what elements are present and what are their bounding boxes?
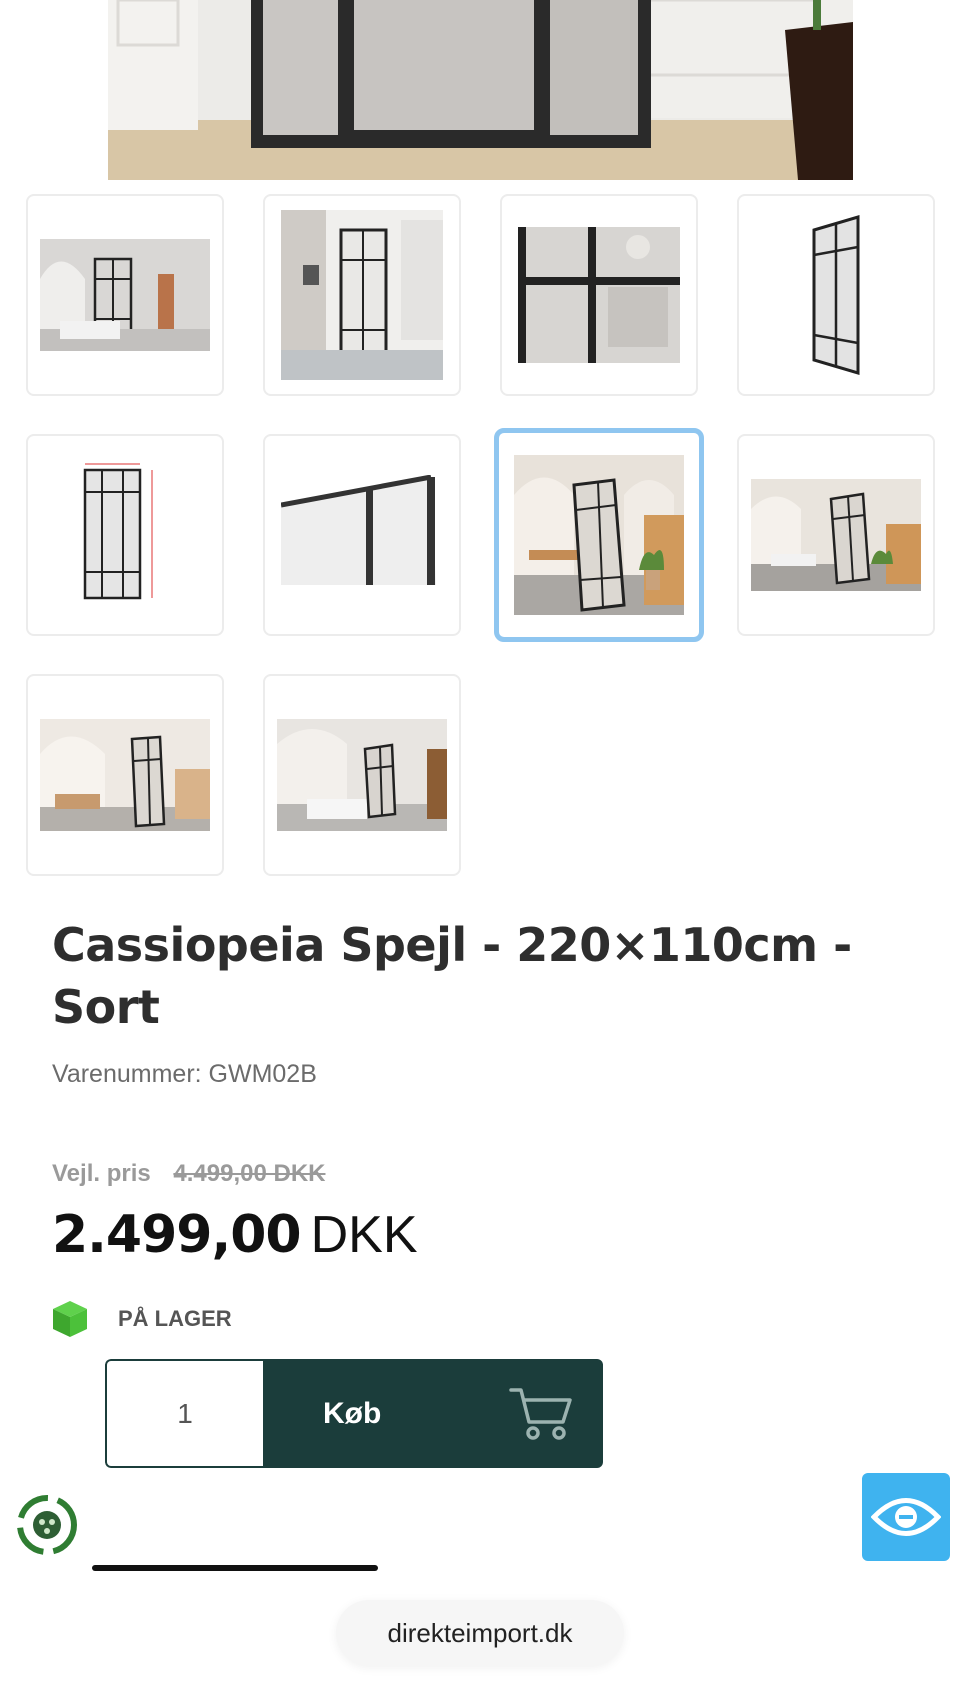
thumbnail-grid — [0, 0, 960, 880]
buy-button[interactable]: Køb — [263, 1359, 603, 1468]
product-title: Cassiopeia Spejl - 220×110cm - Sort — [52, 918, 852, 1034]
thumbnail-7[interactable] — [494, 428, 704, 642]
recommended-price-value: 4.499,00 DKK — [173, 1160, 326, 1187]
thumbnail-3[interactable] — [500, 194, 698, 396]
price-amount: 2.499,00 — [52, 1205, 302, 1265]
green-box-icon — [53, 1301, 87, 1337]
add-to-cart-row: Køb — [105, 1359, 603, 1468]
thumbnail-4[interactable] — [737, 194, 935, 396]
quantity-input[interactable] — [105, 1359, 263, 1468]
cart-icon — [509, 1387, 572, 1440]
recommended-price: Vejl. pris 4.499,00 DKK — [52, 1160, 325, 1188]
thumbnail-1[interactable] — [26, 194, 224, 396]
product-sku: Varenummer: GWM02B — [52, 1060, 317, 1088]
buy-button-label: Køb — [323, 1396, 382, 1430]
home-indicator[interactable] — [92, 1565, 378, 1571]
thumbnail-2[interactable] — [263, 194, 461, 396]
recycle-icon[interactable] — [14, 1492, 80, 1558]
thumbnail-9[interactable] — [26, 674, 224, 876]
thumbnail-8[interactable] — [737, 434, 935, 636]
price: 2.499,00 DKK — [52, 1205, 418, 1265]
thumbnail-5[interactable] — [26, 434, 224, 636]
thumbnail-10[interactable] — [263, 674, 461, 876]
stock-status: PÅ LAGER — [52, 1298, 232, 1340]
url-text: direkteimport.dk — [387, 1617, 573, 1648]
thumbnail-6[interactable] — [263, 434, 461, 636]
stock-label: PÅ LAGER — [118, 1306, 232, 1331]
recommended-price-label: Vejl. pris — [52, 1160, 151, 1187]
url-bar[interactable]: direkteimport.dk — [336, 1600, 624, 1666]
eye-icon[interactable] — [862, 1473, 950, 1561]
price-currency: DKK — [310, 1206, 418, 1264]
